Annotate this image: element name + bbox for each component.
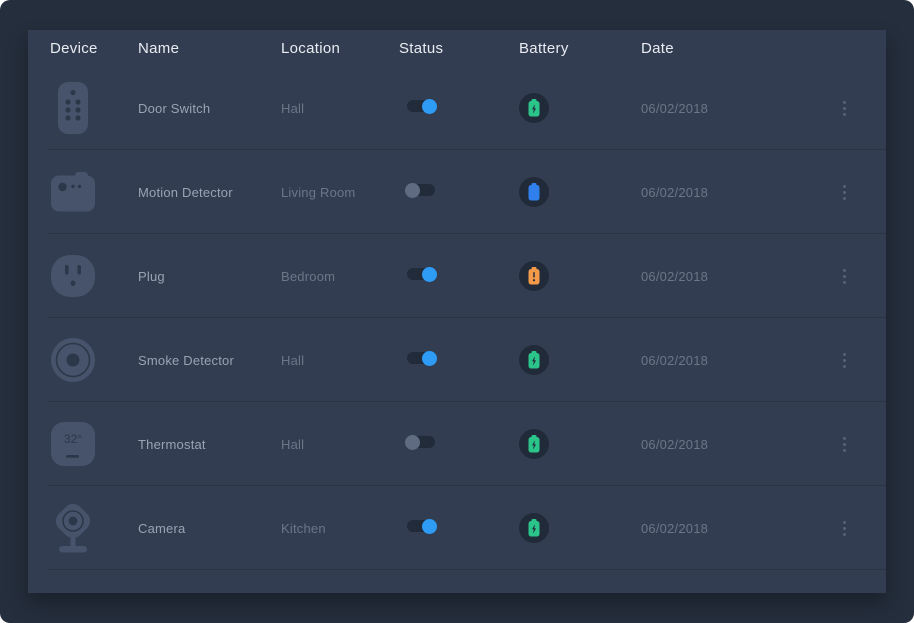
device-cell	[50, 172, 138, 212]
status-cell	[399, 267, 519, 285]
actions-cell	[822, 96, 866, 120]
toggle-knob	[422, 267, 437, 282]
status-cell	[399, 99, 519, 117]
device-date: 06/02/2018	[641, 437, 822, 452]
battery-cell	[519, 513, 641, 543]
battery-charging-icon	[519, 93, 549, 123]
battery-full-icon	[519, 177, 549, 207]
camera-icon	[50, 502, 96, 554]
device-location: Hall	[281, 101, 399, 116]
device-location: Bedroom	[281, 269, 399, 284]
toggle-knob	[422, 351, 437, 366]
device-name: Door Switch	[138, 101, 281, 116]
device-cell	[50, 254, 138, 298]
motion-detector-icon	[50, 172, 96, 212]
status-toggle[interactable]	[407, 520, 435, 532]
kebab-menu-icon[interactable]	[834, 348, 854, 372]
table-row: Smoke Detector Hall 06/02/2018	[28, 318, 886, 402]
remote-icon	[50, 81, 96, 135]
status-cell	[399, 519, 519, 537]
device-date: 06/02/2018	[641, 521, 822, 536]
device-date: 06/02/2018	[641, 101, 822, 116]
actions-cell	[822, 264, 866, 288]
status-cell	[399, 351, 519, 369]
status-toggle[interactable]	[407, 436, 435, 448]
kebab-menu-icon[interactable]	[834, 516, 854, 540]
toggle-knob	[422, 99, 437, 114]
status-toggle[interactable]	[407, 184, 435, 196]
battery-cell	[519, 261, 641, 291]
table-row: Door Switch Hall 06/02/2018	[28, 66, 886, 150]
table-header-row: Device Name Location Status Battery Date	[28, 30, 886, 66]
battery-charging-icon	[519, 429, 549, 459]
status-toggle[interactable]	[407, 352, 435, 364]
plug-icon	[50, 254, 96, 298]
svg-text:32°: 32°	[64, 432, 82, 446]
column-header-location: Location	[281, 40, 399, 57]
actions-cell	[822, 348, 866, 372]
row-divider	[48, 569, 886, 570]
status-cell	[399, 435, 519, 453]
battery-cell	[519, 345, 641, 375]
column-header-status: Status	[399, 40, 519, 57]
column-header-name: Name	[138, 40, 281, 57]
column-header-date: Date	[641, 40, 822, 57]
actions-cell	[822, 432, 866, 456]
battery-cell	[519, 429, 641, 459]
device-name: Thermostat	[138, 437, 281, 452]
device-date: 06/02/2018	[641, 353, 822, 368]
device-name: Motion Detector	[138, 185, 281, 200]
device-cell	[50, 81, 138, 135]
battery-cell	[519, 177, 641, 207]
status-toggle[interactable]	[407, 268, 435, 280]
toggle-knob	[405, 435, 420, 450]
toggle-knob	[422, 519, 437, 534]
battery-cell	[519, 93, 641, 123]
device-location: Living Room	[281, 185, 399, 200]
actions-cell	[822, 516, 866, 540]
table-row: Plug Bedroom 06/02/2018	[28, 234, 886, 318]
toggle-knob	[405, 183, 420, 198]
kebab-menu-icon[interactable]	[834, 180, 854, 204]
device-name: Camera	[138, 521, 281, 536]
battery-low-icon	[519, 261, 549, 291]
column-header-battery: Battery	[519, 40, 641, 57]
status-toggle[interactable]	[407, 100, 435, 112]
column-header-device: Device	[50, 40, 138, 57]
table-row: Motion Detector Living Room 06/02/2018	[28, 150, 886, 234]
kebab-menu-icon[interactable]	[834, 432, 854, 456]
device-date: 06/02/2018	[641, 185, 822, 200]
device-cell	[50, 502, 138, 554]
kebab-menu-icon[interactable]	[834, 264, 854, 288]
device-location: Kitchen	[281, 521, 399, 536]
kebab-menu-icon[interactable]	[834, 96, 854, 120]
smoke-detector-icon	[50, 337, 96, 383]
device-name: Plug	[138, 269, 281, 284]
device-name: Smoke Detector	[138, 353, 281, 368]
status-cell	[399, 183, 519, 201]
table-body: Door Switch Hall 06/02/2018 Motion Detec…	[28, 66, 886, 570]
device-date: 06/02/2018	[641, 269, 822, 284]
thermostat-icon: 32°	[50, 421, 96, 467]
app-window: Device Name Location Status Battery Date…	[0, 0, 914, 623]
table-row: Camera Kitchen 06/02/2018	[28, 486, 886, 570]
device-location: Hall	[281, 353, 399, 368]
table-row: 32° Thermostat Hall 06/02/2018	[28, 402, 886, 486]
device-cell	[50, 337, 138, 383]
device-cell: 32°	[50, 421, 138, 467]
actions-cell	[822, 180, 866, 204]
devices-table-card: Device Name Location Status Battery Date…	[28, 30, 886, 593]
battery-charging-icon	[519, 345, 549, 375]
battery-charging-icon	[519, 513, 549, 543]
device-location: Hall	[281, 437, 399, 452]
